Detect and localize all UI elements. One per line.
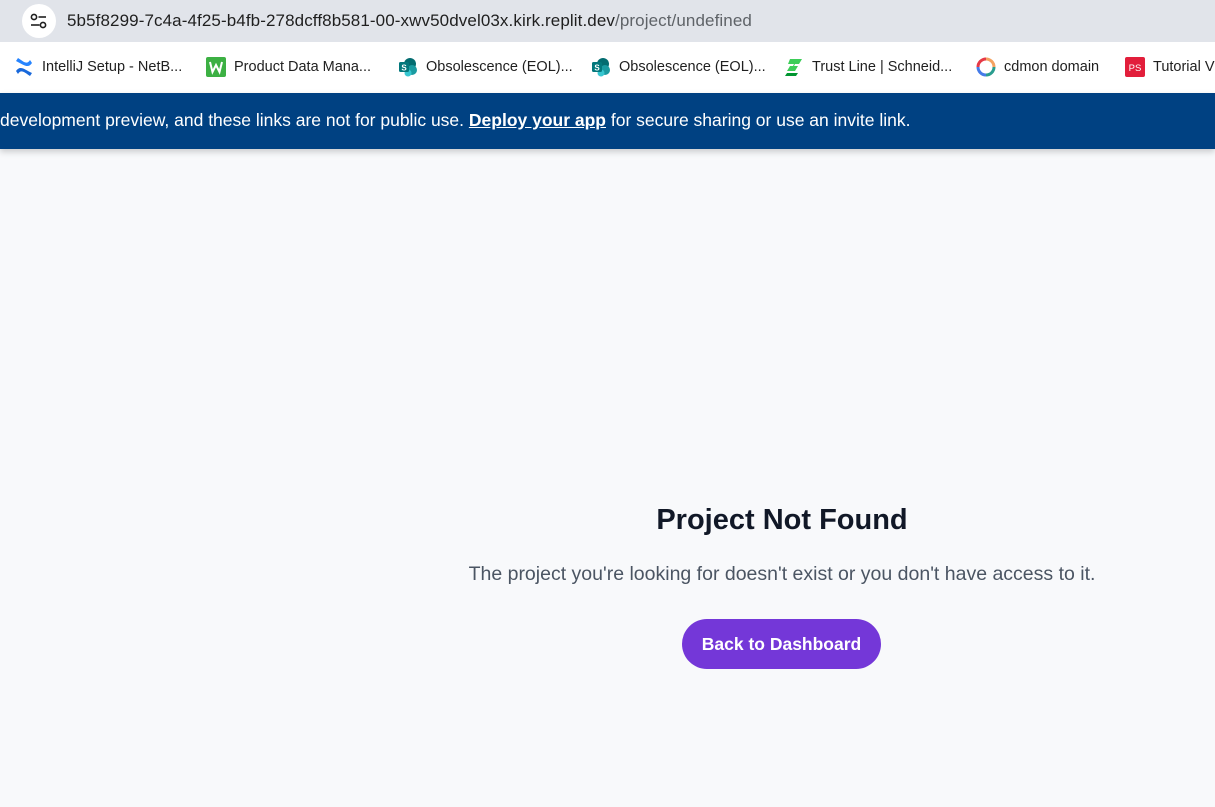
page-title: Project Not Found [656,504,908,536]
bookmark-label: IntelliJ Setup - NetB... [42,59,183,75]
bookmark-intellij-setup[interactable]: IntelliJ Setup - NetB... [14,56,182,78]
url-path: /project/undefined [615,11,752,30]
schneider-icon [784,57,804,77]
bookmark-trust-line[interactable]: Trust Line | Schneid... [784,56,952,78]
bookmark-obsolescence-1[interactable]: S Obsolescence (EOL)... [398,56,573,78]
w-icon [206,57,226,77]
url-host: 5b5f8299-7c4a-4f25-b4fb-278dcff8b581-00-… [67,11,615,30]
bookmark-label: Obsolescence (EOL)... [619,59,766,75]
not-found-panel: Project Not Found The project you're loo… [382,500,1182,588]
bookmark-cdmon-domain[interactable]: cdmon domain [976,56,1099,78]
bookmark-product-data[interactable]: Product Data Mana... [206,56,371,78]
banner-text-before: development preview, and these links are… [0,110,469,130]
banner-text-after: for secure sharing or use an invite link… [606,110,911,130]
banner-text: development preview, and these links are… [0,110,910,131]
bookmark-label: cdmon domain [1004,59,1100,75]
ps-icon: PS [1125,57,1145,77]
bookmark-label: Obsolescence (EOL)... [426,59,573,75]
not-found-description: The project you're looking for doesn't e… [468,563,1096,585]
sharepoint-icon: S [591,57,611,77]
address-bar: 5b5f8299-7c4a-4f25-b4fb-278dcff8b581-00-… [0,0,1215,42]
deploy-your-app-link[interactable]: Deploy your app [469,110,606,130]
bookmark-tutorial[interactable]: PS Tutorial V [1125,56,1215,78]
back-to-dashboard-button[interactable]: Back to Dashboard [682,619,881,669]
sharepoint-icon: S [398,57,418,77]
bookmark-label: Product Data Mana... [234,59,372,75]
tune-icon [30,13,47,29]
svg-text:PS: PS [1129,63,1142,74]
url-field[interactable]: 5b5f8299-7c4a-4f25-b4fb-278dcff8b581-00-… [67,11,752,31]
bookmarks-bar: IntelliJ Setup - NetB... Product Data Ma… [0,42,1215,93]
svg-text:S: S [401,64,407,73]
svg-text:S: S [594,64,600,73]
cdmon-icon [976,57,996,77]
dev-preview-banner: development preview, and these links are… [0,93,1215,149]
bookmark-label: Trust Line | Schneid... [812,59,953,75]
site-info-button[interactable] [22,4,56,38]
bookmark-obsolescence-2[interactable]: S Obsolescence (EOL)... [591,56,766,78]
bookmark-label: Tutorial V [1153,59,1215,75]
confluence-icon [14,57,34,77]
